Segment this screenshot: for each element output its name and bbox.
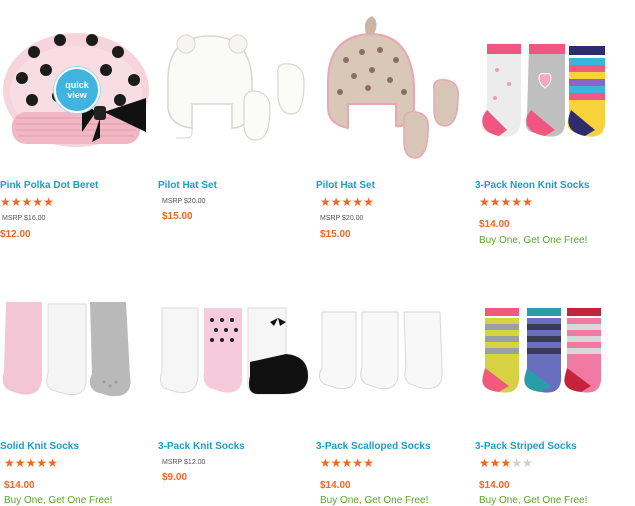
star-filled-icon: ★	[363, 195, 374, 209]
sale-price: $14.00	[479, 219, 510, 230]
product-image[interactable]	[316, 0, 474, 160]
star-empty-icon: ★	[511, 456, 523, 470]
star-filled-icon: ★	[14, 456, 26, 470]
star-filled-icon: ★	[10, 195, 22, 209]
star-filled-icon: ★	[352, 456, 364, 470]
msrp-price: MSRP $20.00	[162, 198, 206, 205]
product-card[interactable]: 3-Pack Neon Knit Socks ★★★★★ $14.00 Buy …	[475, 0, 633, 250]
star-filled-icon: ★	[363, 456, 374, 470]
star-empty-icon: ★	[522, 456, 533, 470]
star-filled-icon: ★	[489, 195, 501, 209]
star-filled-icon: ★	[320, 195, 331, 209]
star-filled-icon: ★	[341, 195, 353, 209]
msrp-price: MSRP $12.00	[162, 459, 206, 466]
star-filled-icon: ★	[500, 195, 512, 209]
rating-stars: ★★★★★	[320, 457, 374, 469]
rating-stars: ★★★★★	[4, 457, 58, 469]
rating-stars: ★★★★★	[479, 457, 533, 469]
sale-price: $12.00	[0, 229, 31, 240]
promo-text: Buy One, Get One Free!	[479, 495, 588, 506]
product-image[interactable]	[158, 258, 316, 418]
product-name-link[interactable]: 3-Pack Neon Knit Socks	[475, 180, 589, 191]
msrp-price: MSRP $20.00	[320, 215, 364, 222]
star-filled-icon: ★	[47, 456, 58, 470]
quick-view-label: view	[67, 90, 87, 100]
rating-stars: ★★★★★	[320, 196, 374, 208]
product-name-link[interactable]: Pilot Hat Set	[158, 180, 217, 191]
product-card[interactable]: 3-Pack Striped Socks ★★★★★ $14.00 Buy On…	[475, 258, 633, 506]
knit-socks-image	[159, 307, 309, 395]
star-filled-icon: ★	[36, 456, 48, 470]
sale-price: $14.00	[320, 480, 351, 491]
star-filled-icon: ★	[511, 195, 523, 209]
star-filled-icon: ★	[43, 195, 54, 209]
product-image[interactable]	[316, 258, 474, 418]
star-filled-icon: ★	[352, 195, 364, 209]
star-filled-icon: ★	[500, 456, 512, 470]
leopard-hat-image	[327, 16, 459, 159]
star-filled-icon: ★	[479, 456, 490, 470]
star-filled-icon: ★	[330, 456, 342, 470]
star-filled-icon: ★	[479, 195, 490, 209]
star-filled-icon: ★	[0, 195, 11, 209]
product-name-link[interactable]: Pink Polka Dot Beret	[0, 180, 98, 191]
product-name-link[interactable]: 3-Pack Scalloped Socks	[316, 441, 431, 452]
pilot-hat-image	[167, 34, 305, 141]
product-name-link[interactable]: 3-Pack Knit Socks	[158, 441, 245, 452]
quick-view-label: quick	[65, 80, 89, 90]
product-card[interactable]: Pilot Hat Set MSRP $20.00 $15.00	[158, 0, 316, 250]
solid-socks-image	[2, 302, 131, 397]
product-name-link[interactable]: Solid Knit Socks	[0, 441, 79, 452]
neon-socks-image	[481, 44, 606, 137]
product-name-link[interactable]: 3-Pack Striped Socks	[475, 441, 577, 452]
sale-price: $14.00	[4, 480, 35, 491]
msrp-price: MSRP $16.00	[2, 215, 46, 222]
promo-text: Buy One, Get One Free!	[479, 235, 588, 246]
rating-stars: ★★★★★	[479, 196, 533, 208]
star-filled-icon: ★	[25, 456, 37, 470]
product-image[interactable]	[158, 0, 316, 160]
star-filled-icon: ★	[320, 456, 331, 470]
promo-text: Buy One, Get One Free!	[320, 495, 429, 506]
star-filled-icon: ★	[330, 195, 342, 209]
sale-price: $14.00	[479, 480, 510, 491]
quick-view-button[interactable]: quick view	[54, 67, 100, 113]
sale-price: $15.00	[162, 211, 193, 222]
product-image[interactable]	[475, 0, 633, 160]
sale-price: $15.00	[320, 229, 351, 240]
product-card[interactable]: 3-Pack Knit Socks MSRP $12.00 $9.00	[158, 258, 316, 504]
star-filled-icon: ★	[522, 195, 533, 209]
product-image[interactable]	[0, 258, 158, 418]
product-grid: quick view Pink Polka Dot Beret ★★★★★ MS…	[0, 0, 635, 506]
star-filled-icon: ★	[341, 456, 353, 470]
scalloped-socks-image	[318, 311, 443, 390]
striped-socks-image	[482, 308, 602, 393]
product-card[interactable]: quick view Pink Polka Dot Beret ★★★★★ MS…	[0, 0, 158, 250]
star-filled-icon: ★	[4, 456, 15, 470]
star-filled-icon: ★	[32, 195, 44, 209]
product-card[interactable]: 3-Pack Scalloped Socks ★★★★★ $14.00 Buy …	[316, 258, 474, 506]
product-card[interactable]: Solid Knit Socks ★★★★★ $14.00 Buy One, G…	[0, 258, 158, 506]
rating-stars: ★★★★★	[0, 196, 54, 208]
star-filled-icon: ★	[489, 456, 501, 470]
star-filled-icon: ★	[21, 195, 33, 209]
product-image[interactable]	[475, 258, 633, 418]
promo-text: Buy One, Get One Free!	[4, 495, 113, 506]
product-card[interactable]: Pilot Hat Set ★★★★★ MSRP $20.00 $15.00	[316, 0, 474, 250]
sale-price: $9.00	[162, 472, 188, 483]
product-name-link[interactable]: Pilot Hat Set	[316, 180, 375, 191]
